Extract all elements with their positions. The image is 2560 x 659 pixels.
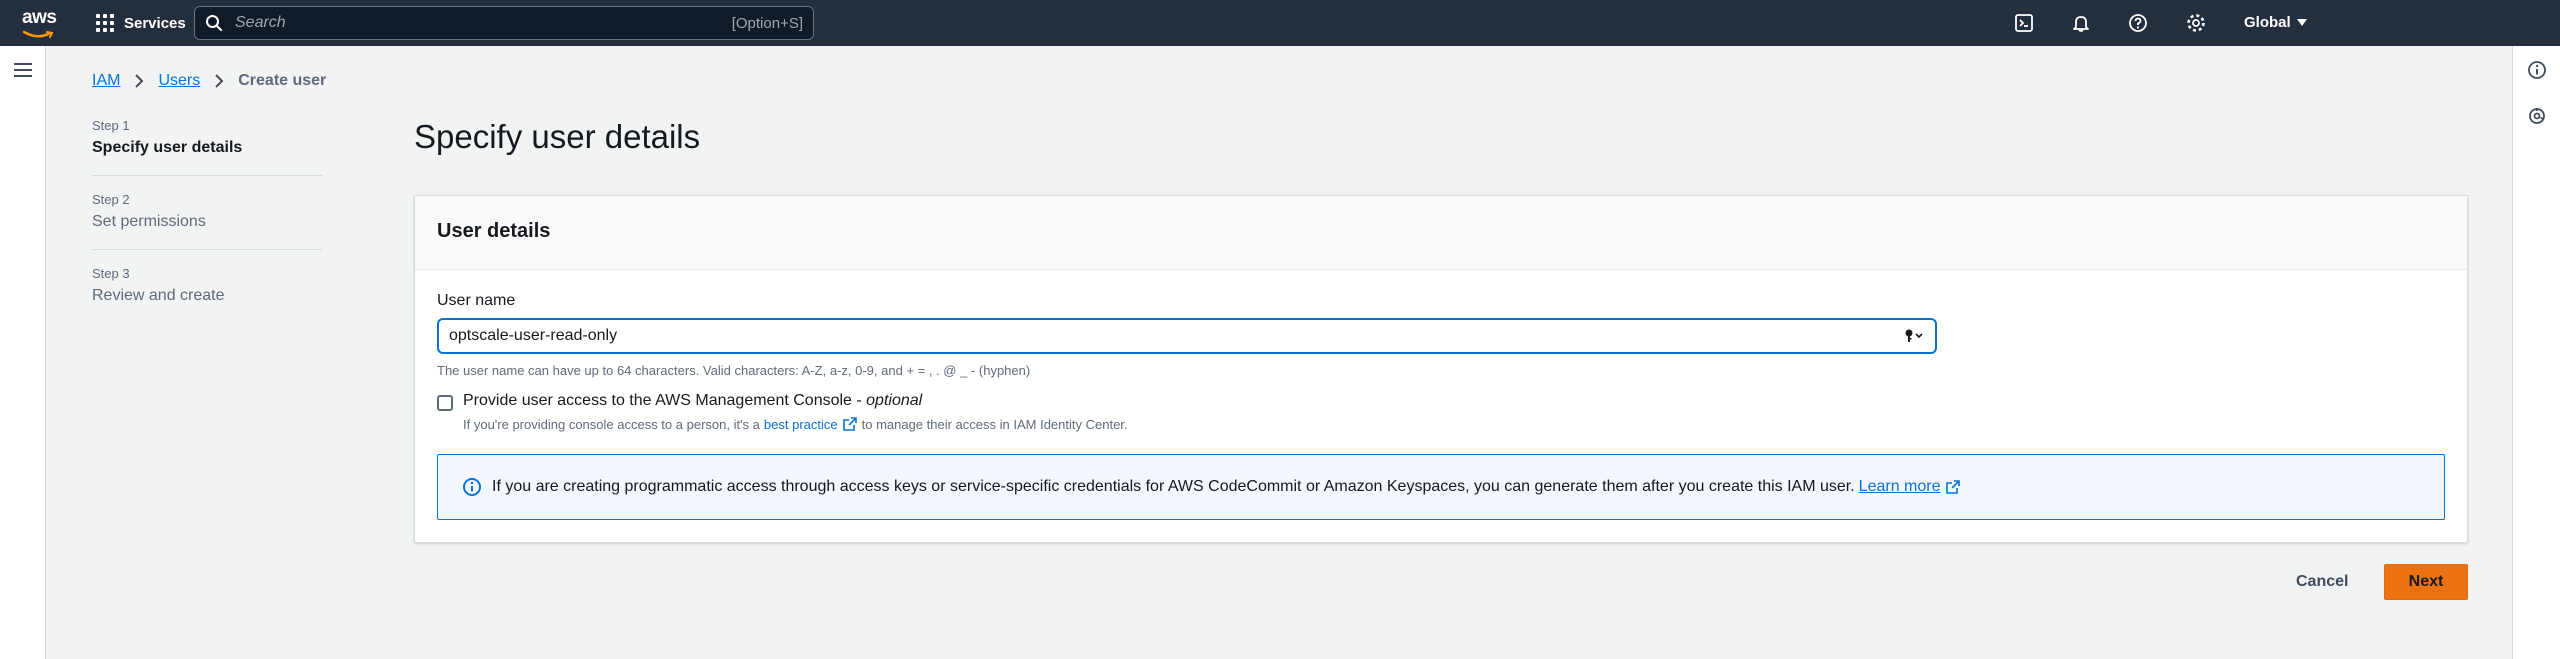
user-details-panel: User details User name optscale-user-rea… [414, 195, 2468, 543]
cloudshell-icon[interactable] [2012, 11, 2036, 35]
step-number: Step 2 [92, 192, 130, 207]
best-practice-link[interactable]: best practice [764, 417, 838, 432]
services-label: Services [124, 14, 186, 32]
region-selector[interactable]: Global [2244, 14, 2307, 31]
step-number: Step 3 [92, 266, 130, 281]
cancel-button[interactable]: Cancel [2282, 564, 2362, 600]
breadcrumb: IAM Users Create user [92, 72, 326, 90]
panel-title: User details [437, 220, 551, 242]
breadcrumb-current: Create user [238, 72, 327, 89]
breadcrumb-link-iam[interactable]: IAM [92, 72, 120, 90]
user-name-input[interactable]: optscale-user-read-only [437, 318, 1937, 354]
wizard-step-2: Step 2 Set permissions [92, 192, 322, 250]
wizard-steps: Step 1 Specify user details Step 2 Set p… [92, 118, 322, 339]
password-manager-key-icon[interactable] [1903, 328, 1925, 344]
console-access-label: Provide user access to the AWS Managemen… [463, 392, 923, 409]
right-side-strip [2512, 46, 2560, 659]
info-text: If you are creating programmatic access … [492, 478, 1855, 495]
caret-down-icon [2296, 18, 2307, 26]
search-placeholder: Search [235, 14, 286, 31]
step-name: Set permissions [92, 213, 206, 230]
grid-icon [96, 14, 114, 32]
services-menu-button[interactable]: Services [96, 12, 186, 34]
external-link-icon [842, 417, 857, 431]
wizard-step-1: Step 1 Specify user details [92, 118, 322, 176]
cloud-settings-icon[interactable] [2527, 106, 2547, 126]
search-input[interactable]: Search [Option+S] [194, 6, 814, 40]
gear-icon[interactable] [2184, 11, 2208, 35]
search-icon [206, 15, 222, 31]
aws-logo[interactable]: aws [22, 7, 57, 38]
console-access-option: Provide user access to the AWS Managemen… [437, 392, 1128, 432]
step-name: Review and create [92, 287, 225, 304]
bell-icon[interactable] [2069, 11, 2093, 35]
console-access-description: If you're providing console access to a … [463, 416, 1128, 432]
help-icon[interactable] [2126, 11, 2150, 35]
next-button[interactable]: Next [2384, 564, 2468, 600]
step-name: Specify user details [92, 139, 243, 156]
aws-logo-text: aws [22, 7, 57, 28]
user-name-value: optscale-user-read-only [449, 327, 618, 344]
chevron-right-icon [215, 74, 224, 88]
wizard-step-3: Step 3 Review and create [92, 266, 322, 323]
page-title: Specify user details [414, 118, 701, 155]
top-navigation: aws Services Search [Option+S] Global [0, 0, 2560, 46]
info-icon [463, 478, 481, 496]
region-label: Global [2244, 14, 2291, 31]
user-name-label: User name [437, 292, 516, 309]
panel-header: User details [415, 196, 2467, 270]
external-link-icon [1945, 480, 1960, 494]
chevron-right-icon [135, 74, 144, 88]
left-side-strip [0, 46, 46, 659]
hamburger-menu-icon[interactable] [14, 63, 32, 77]
console-access-checkbox[interactable] [437, 395, 453, 411]
programmatic-access-info-alert: If you are creating programmatic access … [437, 454, 2445, 520]
step-number: Step 1 [92, 118, 130, 133]
aws-smile-icon [22, 30, 54, 38]
search-shortcut: [Option+S] [731, 14, 803, 32]
breadcrumb-link-users[interactable]: Users [158, 72, 200, 90]
user-name-constraint: The user name can have up to 64 characte… [437, 363, 1031, 378]
learn-more-link[interactable]: Learn more [1859, 478, 1941, 496]
info-panel-icon[interactable] [2527, 60, 2547, 80]
